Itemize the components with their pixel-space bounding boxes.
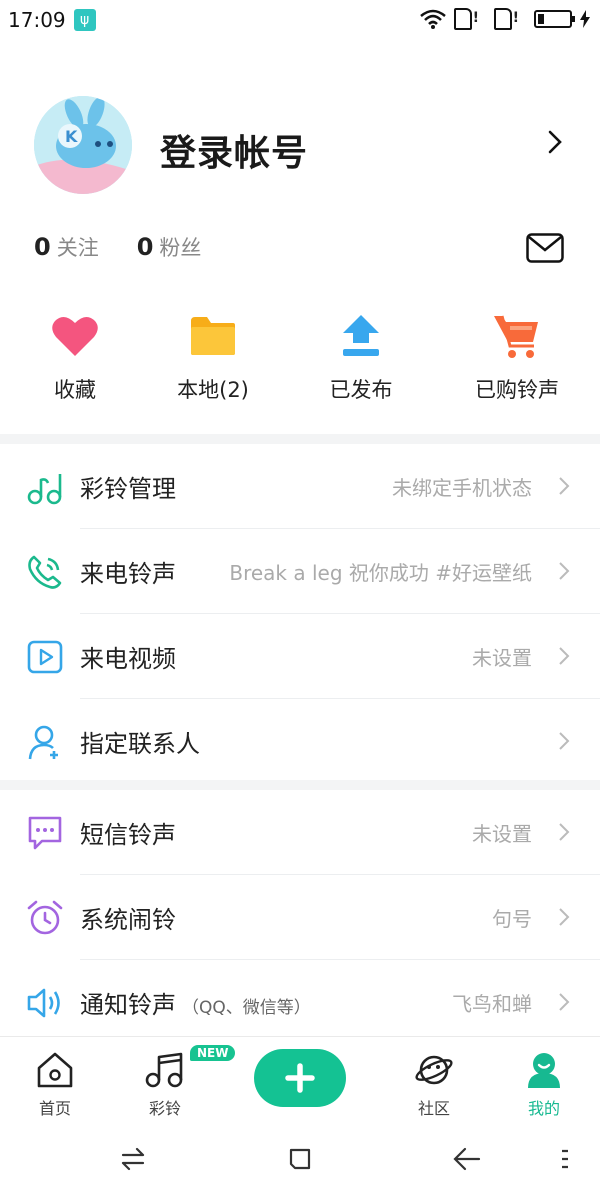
section-divider xyxy=(0,434,600,444)
menu-row-color-ringtone[interactable]: 彩铃管理 未绑定手机状态 xyxy=(0,444,600,528)
message-icon xyxy=(28,816,62,850)
menu-value: 未设置 xyxy=(472,821,532,846)
followers-stat[interactable]: 0 粉丝 xyxy=(137,232,202,262)
menu-label: 彩铃管理 xyxy=(80,474,176,503)
following-stat[interactable]: 0 关注 xyxy=(34,232,99,262)
nav-label: 我的 xyxy=(527,1099,560,1118)
quick-actions: 收藏 本地(2) 已发布 已购铃声 xyxy=(0,308,600,418)
menu-label: 指定联系人 xyxy=(80,729,200,758)
plus-icon xyxy=(285,1063,315,1093)
nav-ringtone[interactable]: 彩铃 xyxy=(125,1051,205,1119)
status-bar: 17:09 ψ xyxy=(0,0,600,40)
sim-card-2-icon xyxy=(494,8,519,30)
login-account-label[interactable]: 登录帐号 xyxy=(160,124,308,176)
chevron-right-icon xyxy=(559,562,570,580)
mail-icon[interactable] xyxy=(526,233,564,263)
chevron-right-icon xyxy=(559,477,570,495)
music-icon xyxy=(145,1052,183,1088)
folder-icon xyxy=(191,317,235,355)
nav-label: 首页 xyxy=(38,1099,71,1118)
local-label: 本地(2) xyxy=(177,378,249,402)
back-arrow-icon[interactable] xyxy=(453,1146,481,1172)
nav-label: 彩铃 xyxy=(148,1099,181,1118)
bottom-nav: 首页 彩铃 NEW 社区 我的 xyxy=(0,1036,600,1128)
section-divider xyxy=(0,780,600,790)
menu-sublabel: （QQ、微信等） xyxy=(182,997,311,1018)
svg-text:K: K xyxy=(65,127,78,146)
phone-ring-icon xyxy=(28,555,62,589)
avatar-image: K xyxy=(34,96,132,194)
chevron-right-icon xyxy=(559,732,570,750)
published-label: 已发布 xyxy=(329,378,393,402)
usb-icon: ψ xyxy=(73,9,96,31)
menu-label: 来电视频 xyxy=(80,644,176,673)
following-label: 关注 xyxy=(56,236,99,260)
home-icon xyxy=(37,1052,73,1088)
following-count: 0 xyxy=(34,233,51,261)
cart-icon xyxy=(494,315,538,358)
new-badge: NEW xyxy=(190,1045,236,1061)
menu-label: 短信铃声 xyxy=(80,820,176,849)
published-button[interactable]: 已发布 xyxy=(286,308,436,404)
create-button[interactable] xyxy=(254,1049,346,1107)
local-button[interactable]: 本地(2) xyxy=(138,308,288,404)
home-square-icon[interactable] xyxy=(287,1146,313,1172)
menu-row-incoming-ringtone[interactable]: 来电铃声 Break a leg 祝你成功 #好运壁纸 xyxy=(0,529,600,613)
follow-stats: 0 关注 0 粉丝 xyxy=(34,232,201,262)
upload-icon xyxy=(343,315,379,356)
menu-label: 系统闹铃 xyxy=(80,905,176,934)
chevron-right-icon xyxy=(559,647,570,665)
battery-icon xyxy=(534,10,575,28)
chevron-right-icon xyxy=(559,908,570,926)
nav-label: 社区 xyxy=(417,1099,450,1118)
more-menu-icon[interactable] xyxy=(560,1146,570,1172)
menu-row-incoming-video[interactable]: 来电视频 未设置 xyxy=(0,614,600,698)
status-time: 17:09 xyxy=(8,8,66,32)
chevron-right-icon xyxy=(559,993,570,1011)
user-icon xyxy=(528,1053,560,1088)
planet-icon xyxy=(415,1055,453,1085)
favorites-label: 收藏 xyxy=(54,378,96,402)
nav-community[interactable]: 社区 xyxy=(394,1051,474,1119)
menu-value: 未设置 xyxy=(472,645,532,670)
wifi-icon xyxy=(420,9,446,29)
speaker-icon xyxy=(27,988,60,1018)
heart-icon xyxy=(52,316,98,356)
video-play-icon xyxy=(27,640,63,674)
switch-apps-icon[interactable] xyxy=(120,1146,146,1172)
menu-row-sms-ringtone[interactable]: 短信铃声 未设置 xyxy=(0,790,600,874)
menu-row-designated-contacts[interactable]: 指定联系人 xyxy=(0,699,600,783)
menu-row-notification-ringtone[interactable]: 通知铃声 （QQ、微信等） 飞鸟和蝉 xyxy=(0,960,600,1044)
followers-count: 0 xyxy=(136,233,154,261)
menu-label: 来电铃声 xyxy=(80,559,176,588)
nav-home[interactable]: 首页 xyxy=(15,1051,95,1119)
purchased-ringtones-button[interactable]: 已购铃声 xyxy=(442,308,592,404)
menu-value: Break a leg 祝你成功 #好运壁纸 xyxy=(229,560,532,585)
menu-label: 通知铃声 （QQ、微信等） xyxy=(80,985,311,1020)
favorites-button[interactable]: 收藏 xyxy=(0,308,150,404)
status-icons xyxy=(420,8,590,30)
charging-icon xyxy=(580,10,590,28)
followers-label: 粉丝 xyxy=(159,236,202,260)
system-nav-bar xyxy=(0,1128,600,1200)
alarm-clock-icon xyxy=(27,900,63,935)
add-contact-icon xyxy=(28,725,58,760)
sim-card-1-icon xyxy=(454,8,479,30)
menu-label-text: 通知铃声 xyxy=(80,990,176,1019)
chevron-right-icon xyxy=(559,823,570,841)
purchased-ringtones-label: 已购铃声 xyxy=(475,378,559,402)
menu-row-system-alarm[interactable]: 系统闹铃 句号 xyxy=(0,875,600,959)
avatar[interactable]: K xyxy=(34,96,132,194)
menu-value: 句号 xyxy=(492,906,532,931)
music-notes-icon xyxy=(27,474,62,505)
chevron-right-icon[interactable] xyxy=(548,130,562,154)
menu-value: 飞鸟和蝉 xyxy=(452,991,532,1016)
menu-value: 未绑定手机状态 xyxy=(392,475,532,500)
nav-mine[interactable]: 我的 xyxy=(504,1051,584,1119)
profile-header[interactable]: K 登录帐号 xyxy=(0,90,600,210)
